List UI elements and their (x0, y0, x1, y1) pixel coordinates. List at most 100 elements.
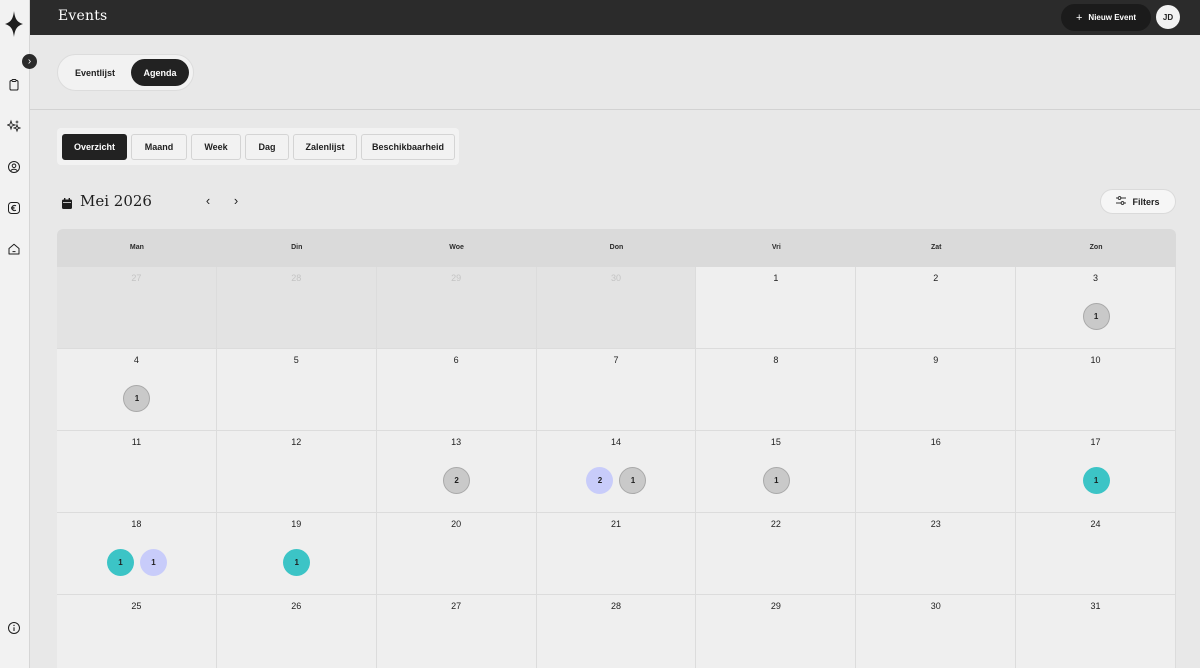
event-count-badge[interactable]: 1 (619, 467, 647, 494)
new-event-label: Nieuw Event (1088, 13, 1136, 22)
day-cell[interactable]: 6 (376, 349, 537, 431)
logo-icon (5, 11, 23, 37)
day-number: 26 (291, 601, 302, 611)
day-cell[interactable]: 26 (216, 595, 377, 668)
home-icon[interactable] (7, 242, 21, 256)
day-number: 18 (131, 519, 142, 529)
chevron-right-icon: › (27, 56, 32, 67)
weekday-label: Vri (771, 244, 781, 251)
view-toggle: Eventlijst Agenda (57, 54, 194, 91)
day-number: 30 (610, 273, 621, 283)
info-icon[interactable] (7, 621, 21, 635)
tab-beschikbaarheid[interactable]: Beschikbaarheid (361, 134, 455, 160)
day-cell[interactable]: 9 (856, 349, 1017, 431)
day-cell[interactable]: 25 (57, 595, 217, 668)
tab-eventlijst[interactable]: Eventlijst (64, 59, 126, 86)
event-count-badge[interactable]: 1 (283, 549, 311, 576)
prev-month-button[interactable]: ‹ (201, 193, 215, 209)
day-number: 16 (930, 437, 941, 447)
day-number: 19 (291, 519, 302, 529)
day-cell[interactable]: 19 1 (216, 513, 377, 595)
euro-icon[interactable] (7, 201, 21, 215)
calendar-view-tabs: Overzicht Maand Week Dag Zalenlijst Besc… (57, 128, 459, 165)
filters-button[interactable]: Filters (1100, 189, 1176, 214)
day-cell[interactable]: 31 (1016, 267, 1176, 349)
sidebar (0, 0, 30, 668)
sidebar-collapse-button[interactable]: › (22, 54, 37, 69)
next-month-button[interactable]: › (229, 193, 243, 209)
day-number: 29 (451, 273, 462, 283)
divider (30, 109, 1200, 110)
day-cell[interactable]: 29 (376, 267, 537, 349)
day-cell[interactable]: 17 1 (1016, 431, 1176, 513)
day-cell[interactable]: 28 (536, 595, 697, 668)
tab-overzicht[interactable]: Overzicht (62, 134, 127, 160)
day-cell[interactable]: 20 (376, 513, 537, 595)
tab-agenda[interactable]: Agenda (131, 59, 189, 86)
day-cell[interactable]: 12 (216, 431, 377, 513)
tab-maand[interactable]: Maand (131, 134, 187, 160)
page-title: Events (58, 8, 108, 24)
day-cell[interactable]: 15 1 (696, 431, 857, 513)
day-number: 31 (1090, 601, 1101, 611)
day-cell[interactable]: 28 (216, 267, 377, 349)
day-cell[interactable]: 29 (696, 595, 857, 668)
day-number: 27 (451, 601, 462, 611)
day-number: 23 (930, 519, 941, 529)
plus-icon: + (1075, 11, 1083, 24)
month-title: Mei 2026 (80, 192, 152, 210)
event-count-badge[interactable]: 1 (1082, 467, 1110, 494)
event-count-badge[interactable]: 1 (123, 385, 151, 412)
day-cell[interactable]: 24 (1016, 513, 1176, 595)
clipboard-icon[interactable] (7, 78, 21, 92)
weekday-label: Woe (449, 244, 464, 251)
new-event-button[interactable]: + Nieuw Event (1061, 4, 1151, 31)
day-cell[interactable]: 30 (536, 267, 697, 349)
day-cell[interactable]: 8 (696, 349, 857, 431)
day-cell[interactable]: 41 (57, 349, 217, 431)
day-cell[interactable]: 31 (1016, 595, 1176, 668)
day-cell[interactable]: 7 (536, 349, 697, 431)
day-number: 5 (293, 355, 299, 365)
day-cell[interactable]: 16 (856, 431, 1017, 513)
event-count-badge[interactable]: 1 (762, 467, 790, 494)
user-circle-icon[interactable] (7, 160, 21, 174)
day-number: 17 (1090, 437, 1101, 447)
day-number: 3 (1093, 273, 1099, 283)
event-count-badge[interactable]: 2 (443, 467, 471, 494)
day-cell[interactable]: 30 (856, 595, 1017, 668)
sparkles-icon[interactable] (7, 119, 21, 133)
day-number: 1 (773, 273, 779, 283)
day-cell[interactable]: 21 (536, 513, 697, 595)
tab-dag[interactable]: Dag (245, 134, 289, 160)
weekday-label: Man (129, 244, 144, 251)
day-cell[interactable]: 2 (856, 267, 1017, 349)
day-number: 30 (930, 601, 941, 611)
weekday-label: Zon (1089, 244, 1103, 251)
day-number: 15 (770, 437, 781, 447)
tab-week[interactable]: Week (191, 134, 241, 160)
event-count-badge[interactable]: 1 (1082, 303, 1110, 330)
day-cell[interactable]: 13 2 (376, 431, 537, 513)
tab-zalenlijst[interactable]: Zalenlijst (293, 134, 357, 160)
avatar[interactable]: JD (1156, 5, 1180, 29)
calendar-icon (62, 196, 72, 209)
event-count-badge[interactable]: 2 (586, 467, 614, 494)
day-number: 8 (773, 355, 779, 365)
day-number: 28 (610, 601, 621, 611)
day-cell[interactable]: 14 2 1 (536, 431, 697, 513)
event-count-badge[interactable]: 1 (106, 549, 134, 576)
day-number: 14 (610, 437, 621, 447)
event-count-badge[interactable]: 1 (139, 549, 167, 576)
day-cell[interactable]: 18 1 1 (57, 513, 217, 595)
day-cell[interactable]: 5 (216, 349, 377, 431)
day-number: 4 (133, 355, 139, 365)
day-cell[interactable]: 27 (57, 267, 217, 349)
day-cell[interactable]: 23 (856, 513, 1017, 595)
filters-label: Filters (1132, 196, 1160, 207)
day-cell[interactable]: 10 (1016, 349, 1176, 431)
day-cell[interactable]: 1 (696, 267, 857, 349)
day-cell[interactable]: 27 (376, 595, 537, 668)
day-cell[interactable]: 11 (57, 431, 217, 513)
day-cell[interactable]: 22 (696, 513, 857, 595)
